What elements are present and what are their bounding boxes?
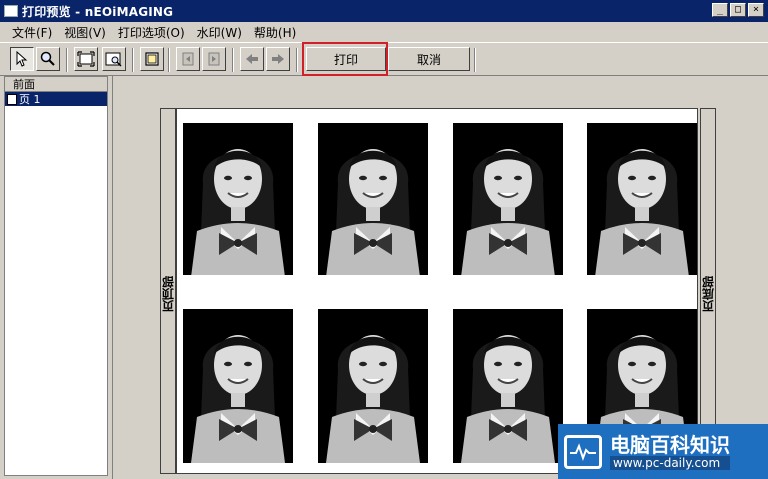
page-list-header: 前面	[5, 77, 107, 92]
next-page-button[interactable]	[266, 47, 290, 71]
id-photo	[587, 123, 697, 275]
single-page-icon	[145, 52, 159, 66]
page-bottom-band[interactable]: 页底部	[700, 108, 716, 474]
menu-print-options[interactable]: 打印选项(O)	[112, 24, 191, 41]
monitor-logo-icon	[564, 434, 602, 469]
zoom-page-icon	[105, 52, 122, 67]
zoom-icon	[40, 51, 55, 66]
menu-file[interactable]: 文件(F)	[6, 24, 58, 41]
id-photo	[183, 309, 293, 463]
window-controls: _ □ ×	[712, 3, 764, 17]
fit-page-icon	[77, 51, 95, 67]
id-photo	[453, 309, 563, 463]
minimize-button[interactable]: _	[712, 3, 728, 17]
menu-view[interactable]: 视图(V)	[58, 24, 112, 41]
prev-doc-icon	[182, 52, 194, 66]
preview-page	[176, 108, 698, 474]
toolbar-separator	[66, 48, 68, 72]
page-bottom-label: 页底部	[701, 276, 716, 312]
id-photo	[318, 123, 428, 275]
toolbar-separator	[168, 48, 170, 72]
menu-watermark[interactable]: 水印(W)	[191, 24, 248, 41]
site-watermark: 电脑百科知识 www.pc-daily.com	[558, 424, 768, 479]
page-list-item-label: 页 1	[19, 93, 41, 106]
pointer-icon	[16, 51, 28, 67]
maximize-button[interactable]: □	[730, 3, 746, 17]
zoom-page-button[interactable]	[102, 47, 126, 71]
next-doc-icon	[208, 52, 220, 66]
zoom-tool-button[interactable]	[36, 47, 60, 71]
next-doc-button[interactable]	[202, 47, 226, 71]
fit-page-button[interactable]	[74, 47, 98, 71]
watermark-title: 电脑百科知识	[610, 432, 730, 457]
id-photo	[318, 309, 428, 463]
pointer-tool-button[interactable]	[10, 47, 34, 71]
print-button-highlight	[302, 42, 388, 76]
page-list-panel: 前面 页 1	[4, 76, 108, 476]
menu-bar: 文件(F) 视图(V) 打印选项(O) 水印(W) 帮助(H)	[0, 22, 768, 42]
id-photo	[453, 123, 563, 275]
toolbar-separator	[296, 48, 298, 72]
window-title: 打印预览 - nEOiMAGING	[22, 4, 174, 19]
title-bar: 打印预览 - nEOiMAGING _ □ ×	[0, 0, 768, 22]
page-top-label: 页顶部	[161, 276, 176, 312]
watermark-url: www.pc-daily.com	[610, 455, 730, 470]
prev-doc-button[interactable]	[176, 47, 200, 71]
cancel-button[interactable]: 取消	[388, 47, 470, 71]
toolbar-separator	[132, 48, 134, 72]
page-icon	[7, 93, 17, 105]
arrow-left-icon	[246, 54, 258, 64]
page-top-band[interactable]: 页顶部	[160, 108, 176, 474]
menu-help[interactable]: 帮助(H)	[248, 24, 302, 41]
close-button[interactable]: ×	[748, 3, 764, 17]
app-icon	[4, 5, 18, 17]
id-photo	[183, 123, 293, 275]
previous-page-button[interactable]	[240, 47, 264, 71]
toolbar-separator	[474, 48, 476, 72]
single-page-button[interactable]	[140, 47, 164, 71]
arrow-right-icon	[272, 54, 284, 64]
page-list-item[interactable]: 页 1	[5, 92, 107, 106]
toolbar-separator	[232, 48, 234, 72]
